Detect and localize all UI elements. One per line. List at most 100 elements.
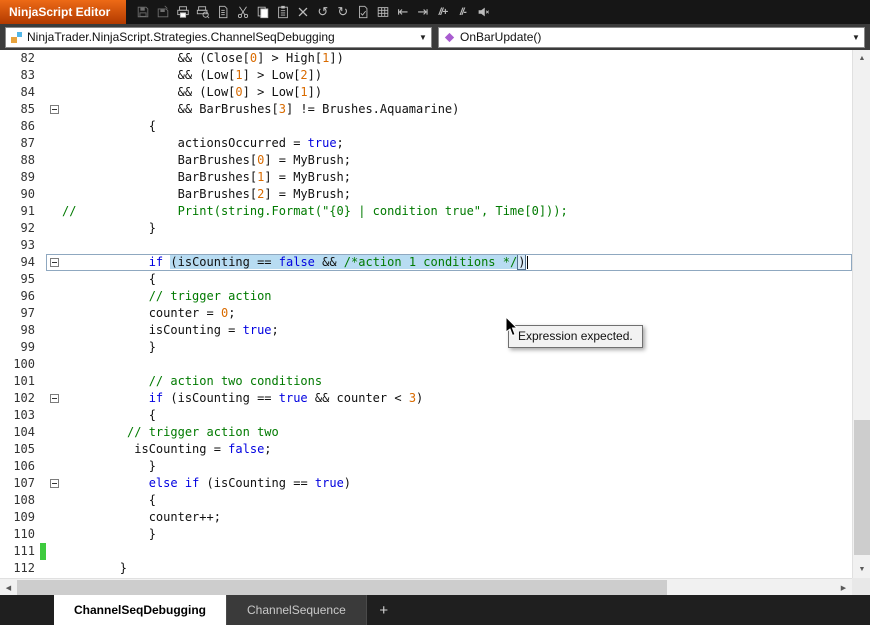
mute-icon[interactable] — [474, 3, 491, 21]
code-text: } — [62, 527, 156, 541]
comment-selection-icon[interactable]: //+ — [434, 3, 451, 21]
print-icon[interactable] — [174, 3, 191, 21]
undo-icon[interactable]: ↺ — [314, 3, 331, 21]
error-tooltip: Expression expected. — [508, 325, 643, 348]
horizontal-scrollbar[interactable]: ◀ ▶ — [0, 578, 852, 595]
collapse-region-icon[interactable] — [49, 479, 59, 488]
code-line[interactable]: 98 isCounting = true; — [0, 322, 852, 339]
cut-icon[interactable] — [234, 3, 251, 21]
line-number: 106 — [13, 459, 35, 473]
fold-margin — [46, 135, 62, 152]
line-number: 98 — [20, 323, 35, 337]
line-number: 86 — [20, 119, 35, 133]
collapse-region-icon[interactable] — [49, 258, 59, 267]
code-line[interactable]: 91 // Print(string.Format("{0} | conditio… — [0, 203, 852, 220]
collapse-region-icon[interactable] — [49, 105, 59, 114]
chevron-down-icon[interactable]: ▼ — [415, 33, 431, 42]
copy-icon[interactable] — [254, 3, 271, 21]
scroll-right-icon[interactable]: ▶ — [835, 579, 852, 596]
code-line[interactable]: 87 actionsOccurred = true; — [0, 135, 852, 152]
fold-margin — [46, 509, 62, 526]
vertical-scrollbar[interactable]: ▲ ▼ — [852, 50, 870, 578]
code-line[interactable]: 107 else if (isCounting == true) — [0, 475, 852, 492]
code-line[interactable]: 104 // trigger action two — [0, 424, 852, 441]
uncomment-selection-icon[interactable]: //- — [454, 3, 471, 21]
code-area: 82 && (Close[0] > High[1]) 83 && (Low[1] … — [0, 50, 852, 577]
code-line[interactable]: 89 BarBrushes[1] = MyBrush; — [0, 169, 852, 186]
code-line[interactable]: 82 && (Close[0] > High[1]) — [0, 50, 852, 67]
print-preview-icon[interactable] — [194, 3, 211, 21]
code-line[interactable]: 84 && (Low[0] > Low[1]) — [0, 84, 852, 101]
compile-errors-icon[interactable] — [374, 3, 391, 21]
fold-margin — [46, 237, 62, 254]
code-line[interactable]: 85 && BarBrushes[3] != Brushes.Aquamarin… — [0, 101, 852, 118]
scroll-left-icon[interactable]: ◀ — [0, 579, 17, 596]
fold-margin — [46, 152, 62, 169]
fold-margin — [46, 543, 62, 560]
code-line[interactable]: 109 counter++; — [0, 509, 852, 526]
chevron-down-icon[interactable]: ▼ — [848, 33, 864, 42]
redo-icon[interactable]: ↻ — [334, 3, 351, 21]
code-text: && (Low[0] > Low[1]) — [62, 85, 323, 99]
collapse-region-icon[interactable] — [49, 394, 59, 403]
code-line[interactable]: 86 { — [0, 118, 852, 135]
code-line[interactable]: 108 { — [0, 492, 852, 509]
line-number: 96 — [20, 289, 35, 303]
code-line[interactable]: 90 BarBrushes[2] = MyBrush; — [0, 186, 852, 203]
line-number: 112 — [13, 561, 35, 575]
code-line[interactable]: 111 — [0, 543, 852, 560]
class-selector-dropdown[interactable]: NinjaTrader.NinjaScript.Strategies.Chann… — [5, 26, 432, 48]
fold-margin — [46, 407, 62, 424]
code-line[interactable]: 110 } — [0, 526, 852, 543]
outdent-icon[interactable]: ⇤ — [394, 3, 411, 21]
fold-margin — [46, 424, 62, 441]
scroll-down-icon[interactable]: ▼ — [853, 561, 870, 578]
line-number: 82 — [20, 51, 35, 65]
code-line[interactable]: 83 && (Low[1] > Low[2]) — [0, 67, 852, 84]
code-editor[interactable]: 82 && (Close[0] > High[1]) 83 && (Low[1] … — [0, 50, 852, 578]
code-line[interactable]: 92 } — [0, 220, 852, 237]
app-title-tab[interactable]: NinjaScript Editor — [0, 0, 127, 24]
code-text: && (Low[1] > Low[2]) — [62, 68, 323, 82]
save-as-icon[interactable] — [154, 3, 171, 21]
code-line[interactable]: 112 } — [0, 560, 852, 577]
fold-margin — [46, 118, 62, 135]
method-selector-dropdown[interactable]: OnBarUpdate() ▼ — [438, 26, 865, 48]
save-icon[interactable] — [134, 3, 151, 21]
code-text: // action two conditions — [62, 374, 323, 388]
code-text: } — [62, 221, 156, 235]
method-icon — [443, 31, 456, 44]
fold-margin — [46, 84, 62, 101]
code-line[interactable]: 88 BarBrushes[0] = MyBrush; — [0, 152, 852, 169]
code-line[interactable]: 93 — [0, 237, 852, 254]
line-number: 103 — [13, 408, 35, 422]
page-setup-icon[interactable] — [214, 3, 231, 21]
document-tab[interactable]: ChannelSequence — [227, 595, 367, 625]
code-line[interactable]: 102 if (isCounting == true && counter < … — [0, 390, 852, 407]
indent-icon[interactable]: ⇥ — [414, 3, 431, 21]
add-tab-button[interactable]: + — [367, 595, 401, 625]
paste-icon[interactable] — [274, 3, 291, 21]
code-line[interactable]: 105 isCounting = false; — [0, 441, 852, 458]
code-text: // trigger action — [62, 289, 272, 303]
vertical-scrollbar-thumb[interactable] — [854, 420, 870, 555]
document-tab[interactable]: ChannelSeqDebugging — [54, 595, 227, 625]
scroll-up-icon[interactable]: ▲ — [853, 50, 870, 67]
code-line[interactable]: 106 } — [0, 458, 852, 475]
code-line[interactable]: 99 } — [0, 339, 852, 356]
fold-margin — [46, 50, 62, 67]
code-text: } — [62, 561, 128, 575]
code-line[interactable]: 94 if (isCounting == false && /*action 1… — [0, 254, 852, 271]
line-number: 99 — [20, 340, 35, 354]
horizontal-scrollbar-thumb[interactable] — [17, 580, 667, 595]
code-line[interactable]: 100 — [0, 356, 852, 373]
code-text: && BarBrushes[3] != Brushes.Aquamarine) — [62, 102, 460, 116]
code-text: isCounting = true; — [62, 323, 279, 337]
compile-icon[interactable] — [354, 3, 371, 21]
close-icon[interactable] — [294, 3, 311, 21]
code-line[interactable]: 96 // trigger action — [0, 288, 852, 305]
code-line[interactable]: 101 // action two conditions — [0, 373, 852, 390]
code-line[interactable]: 103 { — [0, 407, 852, 424]
code-line[interactable]: 95 { — [0, 271, 852, 288]
code-line[interactable]: 97 counter = 0; — [0, 305, 852, 322]
